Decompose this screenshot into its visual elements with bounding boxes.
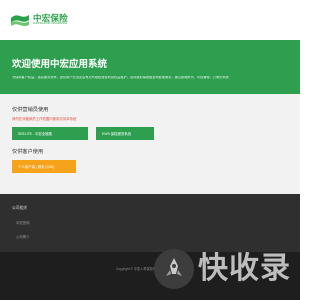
hero-banner: 欢迎使用中宏应用系统 为保障客户权益，提高服务效率，提供用户在出发后有无代理经营… xyxy=(0,40,300,94)
customer-section-title: 仅供客户使用 xyxy=(12,149,44,155)
customer-portal-button[interactable]: 个人客户端 | 服务 (C90) xyxy=(12,160,76,173)
watermark-rocket-icon xyxy=(166,258,182,276)
footer-title: 公司相关 xyxy=(12,206,28,210)
footer-link-official-site[interactable]: 中宏官网 xyxy=(16,220,288,225)
hero-title: 欢迎使用中宏应用系统 xyxy=(12,59,108,70)
agent-button-row: SEELITE - 中宏全链路 EWS 保险服务系统 xyxy=(12,127,288,140)
hero-description: 为保障客户权益，提高服务效率，提供用户在出发后有无代理经营权利及权益维护，及成就… xyxy=(12,76,229,79)
logo-text: 中宏保险 ZHONGHONG INSURANCE xyxy=(33,14,68,26)
logo-icon xyxy=(11,15,29,26)
watermark-logo-icon xyxy=(154,249,194,289)
logo-subtitle: ZHONGHONG INSURANCE xyxy=(33,22,68,26)
watermark-text: 快收录 xyxy=(198,251,291,286)
main-content: 仅供营销员使用 请勿在非营销员工作范围内使用访问本系统 SEELITE - 中宏… xyxy=(0,94,300,194)
watermark: 快收录 xyxy=(154,245,294,293)
header: 中宏保险 ZHONGHONG INSURANCE xyxy=(0,0,300,40)
footer-link-company-intro[interactable]: 公司简介 xyxy=(16,234,288,239)
ews-button[interactable]: EWS 保险服务系统 xyxy=(96,127,154,140)
footer: 公司相关 中宏官网 公司简介 xyxy=(0,194,300,252)
agent-section-title: 仅供营销员使用 xyxy=(12,107,49,113)
agent-section-note: 请勿在非营销员工作范围内使用访问本系统 xyxy=(12,117,77,121)
customer-button-row: 个人客户端 | 服务 (C90) xyxy=(12,160,288,173)
page: 中宏保险 ZHONGHONG INSURANCE 欢迎使用中宏应用系统 为保障客… xyxy=(0,0,300,300)
logo[interactable]: 中宏保险 ZHONGHONG INSURANCE xyxy=(10,13,68,27)
seelite-button[interactable]: SEELITE - 中宏全链路 xyxy=(12,127,88,140)
